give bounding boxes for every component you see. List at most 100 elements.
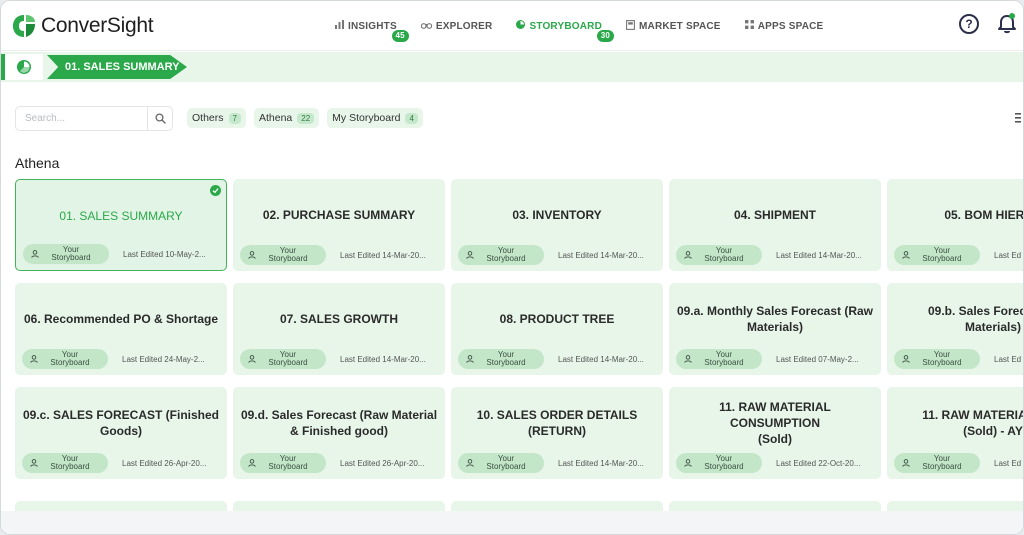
card-title: 10. SALES ORDER DETAILS (RETURN) bbox=[476, 408, 638, 438]
owner-badge: Your Storyboard bbox=[240, 349, 326, 369]
nav-count-badge: 45 bbox=[391, 30, 409, 42]
nav-insights[interactable]: INSIGHTS 45 bbox=[335, 20, 409, 42]
nav-storyboard[interactable]: STORYBOARD 30 bbox=[516, 20, 615, 42]
market-icon bbox=[626, 19, 635, 33]
storyboard-home-button[interactable] bbox=[1, 54, 43, 80]
owner-badge: Your Storyboard bbox=[894, 453, 980, 473]
apps-grid-icon bbox=[744, 20, 754, 32]
storyboard-card[interactable]: 01. SALES SUMMARY Your Storyboard Last Edi… bbox=[15, 179, 227, 271]
app-window: ConverSight INSIGHTS 45 EXPLORER STORYBOARD… bbox=[0, 0, 1024, 535]
user-icon bbox=[31, 250, 39, 258]
filter-chip-others[interactable]: Others 7 bbox=[187, 108, 246, 128]
filter-chip-label: My Storyboard bbox=[332, 112, 401, 124]
storyboard-card[interactable]: 09.b. Sales Forecast W Materials) Your St… bbox=[887, 283, 1023, 375]
nav-market-space[interactable]: MARKET SPACE bbox=[626, 19, 721, 33]
nav-count-badge: 30 bbox=[596, 30, 615, 42]
card-title: 09.c. SALES FORECAST (Finished Goods) bbox=[22, 408, 220, 438]
user-icon bbox=[902, 459, 910, 467]
owner-label: Your Storyboard bbox=[486, 245, 526, 263]
card-title: 09.b. Sales Forecast W Materials) bbox=[927, 304, 1023, 334]
conversight-logo-icon bbox=[13, 15, 35, 37]
user-icon bbox=[248, 355, 256, 363]
storyboard-card[interactable]: 08. PRODUCT TREE Your Storyboard Last Edit… bbox=[451, 283, 663, 375]
storyboard-card[interactable]: 02. PURCHASE SUMMARY Your Storyboard Last … bbox=[233, 179, 445, 271]
nav-explorer[interactable]: EXPLORER bbox=[420, 20, 493, 32]
user-icon bbox=[902, 251, 910, 259]
user-icon bbox=[30, 355, 38, 363]
last-edited: Last Edited 14-Mar-20... bbox=[558, 459, 644, 468]
owner-badge: Your Storyboard bbox=[22, 349, 108, 369]
owner-badge: Your Storyboard bbox=[458, 453, 544, 473]
card-title: 02. PURCHASE SUMMARY bbox=[262, 208, 416, 222]
filter-chip-count: 22 bbox=[297, 112, 315, 124]
storyboard-card[interactable]: 04. SHIPMENT Your Storyboard Last Edited 1… bbox=[669, 179, 881, 271]
user-icon bbox=[30, 459, 38, 467]
owner-badge: Your Storyboard bbox=[22, 453, 108, 473]
user-icon bbox=[684, 459, 692, 467]
filter-chip-athena[interactable]: Athena 22 bbox=[253, 108, 320, 128]
nav-label: APPS SPACE bbox=[757, 20, 824, 32]
last-edited: Last Edited 14-Mar-20... bbox=[776, 251, 862, 260]
app-logo[interactable]: ConverSight bbox=[11, 13, 154, 39]
card-title: 11. RAW MATERIAL CON (Sold) - AY bbox=[922, 408, 1023, 438]
nav-label: STORYBOARD bbox=[529, 20, 603, 32]
selected-check-icon bbox=[210, 185, 221, 196]
card-title: 07. SALES GROWTH bbox=[279, 312, 398, 326]
storyboard-icon bbox=[516, 20, 526, 32]
binoculars-icon bbox=[420, 20, 433, 32]
user-icon bbox=[684, 355, 692, 363]
card-title: 08. PRODUCT TREE bbox=[499, 312, 615, 326]
user-icon bbox=[466, 251, 474, 259]
last-edited: Last Edited 14-Mar-20... bbox=[558, 355, 644, 364]
storyboard-card[interactable]: 09.c. SALES FORECAST (Finished Goods) You… bbox=[15, 387, 227, 479]
filter-chip-count: 7 bbox=[228, 112, 241, 124]
storyboard-card[interactable]: 03. INVENTORY Your Storyboard Last Edited … bbox=[451, 179, 663, 271]
storyboard-card[interactable]: 09.a. Monthly Sales Forecast (Raw Materi… bbox=[669, 283, 881, 375]
storyboard-card[interactable]: 07. SALES GROWTH Your Storyboard Last Edit… bbox=[233, 283, 445, 375]
owner-label: Your Storyboard bbox=[922, 349, 962, 367]
owner-badge: Your Storyboard bbox=[894, 349, 980, 369]
help-icon[interactable]: ? bbox=[959, 14, 979, 34]
storyboard-card[interactable]: 11. RAW MATERIAL CONSUMPTION (Sold) Your … bbox=[669, 387, 881, 479]
owner-badge: Your Storyboard bbox=[23, 244, 109, 264]
owner-label: Your Storyboard bbox=[50, 453, 90, 471]
search-input[interactable] bbox=[16, 107, 147, 130]
user-icon bbox=[466, 459, 474, 467]
owner-label: Your Storyboard bbox=[486, 453, 526, 471]
user-icon bbox=[248, 251, 256, 259]
storyboard-card[interactable]: 05. BOM HIERAR Your Storyboard Last Ed bbox=[887, 179, 1024, 271]
user-icon bbox=[466, 355, 474, 363]
filter-chip-my-storyboard[interactable]: My Storyboard 4 bbox=[327, 108, 423, 128]
owner-label: Your Storyboard bbox=[268, 349, 308, 367]
user-icon bbox=[684, 251, 692, 259]
search-icon bbox=[154, 113, 166, 124]
top-nav-bar: ConverSight INSIGHTS 45 EXPLORER STORYBOARD… bbox=[1, 1, 1023, 51]
card-title: 11. RAW MATERIAL CONSUMPTION (Sold) bbox=[719, 400, 831, 446]
owner-label: Your Storyboard bbox=[268, 245, 308, 263]
bar-chart-icon bbox=[335, 20, 344, 32]
last-edited: Last Edited 07-May-2... bbox=[776, 355, 859, 364]
storyboard-home-icon bbox=[17, 60, 31, 74]
storyboard-card[interactable]: 10. SALES ORDER DETAILS (RETURN) Your Sto… bbox=[451, 387, 663, 479]
last-edited: Last Edited 10-May-2... bbox=[123, 250, 206, 259]
card-title: 05. BOM HIERAR bbox=[944, 208, 1024, 222]
owner-label: Your Storyboard bbox=[704, 453, 744, 471]
list-view-icon[interactable] bbox=[1015, 113, 1021, 123]
breadcrumb: 01. SALES SUMMARY bbox=[1, 52, 1023, 82]
owner-badge: Your Storyboard bbox=[676, 349, 762, 369]
last-edited: Last Edited 26-Apr-20... bbox=[340, 459, 425, 468]
storyboard-card[interactable]: 09.d. Sales Forecast (Raw Material & Fin… bbox=[233, 387, 445, 479]
owner-label: Your Storyboard bbox=[486, 349, 526, 367]
owner-badge: Your Storyboard bbox=[676, 245, 762, 265]
storyboard-card[interactable]: 06. Recommended PO & Shortage Your Storyb… bbox=[15, 283, 227, 375]
bottom-edge bbox=[1, 511, 1023, 534]
last-edited: Last Edited 14-Mar-20... bbox=[340, 355, 426, 364]
filter-chip-label: Others bbox=[192, 112, 224, 124]
nav-apps-space[interactable]: APPS SPACE bbox=[744, 20, 824, 32]
storyboard-card[interactable]: 11. RAW MATERIAL CON (Sold) - AY Your Sto… bbox=[887, 387, 1023, 479]
bell-icon[interactable] bbox=[997, 13, 1017, 35]
breadcrumb-current[interactable]: 01. SALES SUMMARY bbox=[47, 55, 187, 79]
last-edited: Last Edited 22-Oct-20... bbox=[776, 459, 861, 468]
search-button[interactable] bbox=[147, 107, 172, 130]
last-edited: Last Ed bbox=[994, 251, 1022, 260]
